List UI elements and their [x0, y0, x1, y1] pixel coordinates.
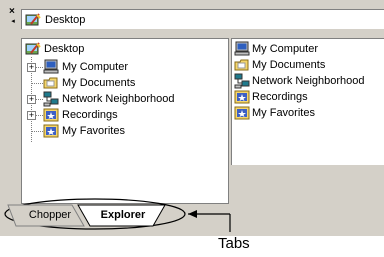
list-item-network-neighborhood[interactable]: Network Neighborhood [234, 73, 365, 89]
tree-item-label: My Computer [62, 61, 129, 73]
list-item-label: My Favorites [252, 107, 315, 119]
tree-item-my-computer[interactable]: My Computer [43, 59, 128, 75]
network-icon [43, 91, 59, 107]
computer-icon [43, 59, 59, 75]
tree-item-label: Recordings [62, 109, 118, 121]
list-item-label: Network Neighborhood [252, 75, 365, 87]
tree-item-network-neighborhood[interactable]: Network Neighborhood [43, 91, 175, 107]
window-handle[interactable] [3, 6, 17, 206]
address-bar[interactable]: Desktop [21, 9, 384, 29]
folder-tree-pane[interactable]: Desktop + My Computer My Documents + Net… [21, 38, 229, 204]
star-folder-icon [43, 107, 59, 123]
expand-toggle[interactable]: + [27, 63, 36, 72]
tree-item-my-documents[interactable]: My Documents [43, 75, 135, 91]
close-button[interactable]: × [9, 7, 15, 17]
network-icon [234, 73, 250, 89]
list-item-my-computer[interactable]: My Computer [234, 41, 318, 57]
star-folder-icon [43, 123, 59, 139]
list-item-my-favorites[interactable]: My Favorites [234, 105, 315, 121]
scroll-left-button[interactable]: ◂ [9, 18, 17, 26]
tree-item-label: Desktop [44, 43, 85, 55]
list-item-label: My Documents [252, 59, 326, 71]
desktop-icon [25, 41, 41, 57]
folder-icon [234, 57, 250, 73]
tree-guide-line [31, 83, 43, 84]
list-item-label: My Computer [252, 43, 319, 55]
tree-item-label: My Favorites [62, 125, 125, 137]
list-item-label: Recordings [252, 91, 308, 103]
list-item-my-documents[interactable]: My Documents [234, 57, 325, 73]
tabs-callout-label: Tabs [218, 235, 250, 252]
star-folder-icon [234, 105, 250, 121]
tree-item-label: My Documents [62, 77, 136, 89]
tree-item-recordings[interactable]: Recordings [43, 107, 118, 123]
tree-guide-line [31, 131, 43, 132]
star-folder-icon [234, 89, 250, 105]
computer-icon [234, 41, 250, 57]
list-item-recordings[interactable]: Recordings [234, 89, 308, 105]
folder-contents-pane[interactable]: My Computer My Documents Network Neighbo… [231, 38, 384, 165]
expand-toggle[interactable]: + [27, 111, 36, 120]
tab-chopper[interactable]: Chopper [22, 204, 78, 226]
tree-item-label: Network Neighborhood [62, 93, 175, 105]
tree-item-desktop[interactable]: Desktop [25, 41, 84, 57]
address-value: Desktop [45, 13, 86, 26]
expand-toggle[interactable]: + [27, 95, 36, 104]
tab-explorer[interactable]: Explorer [92, 204, 154, 226]
folder-icon [43, 75, 59, 91]
desktop-icon [25, 12, 41, 28]
tree-item-my-favorites[interactable]: My Favorites [43, 123, 125, 139]
